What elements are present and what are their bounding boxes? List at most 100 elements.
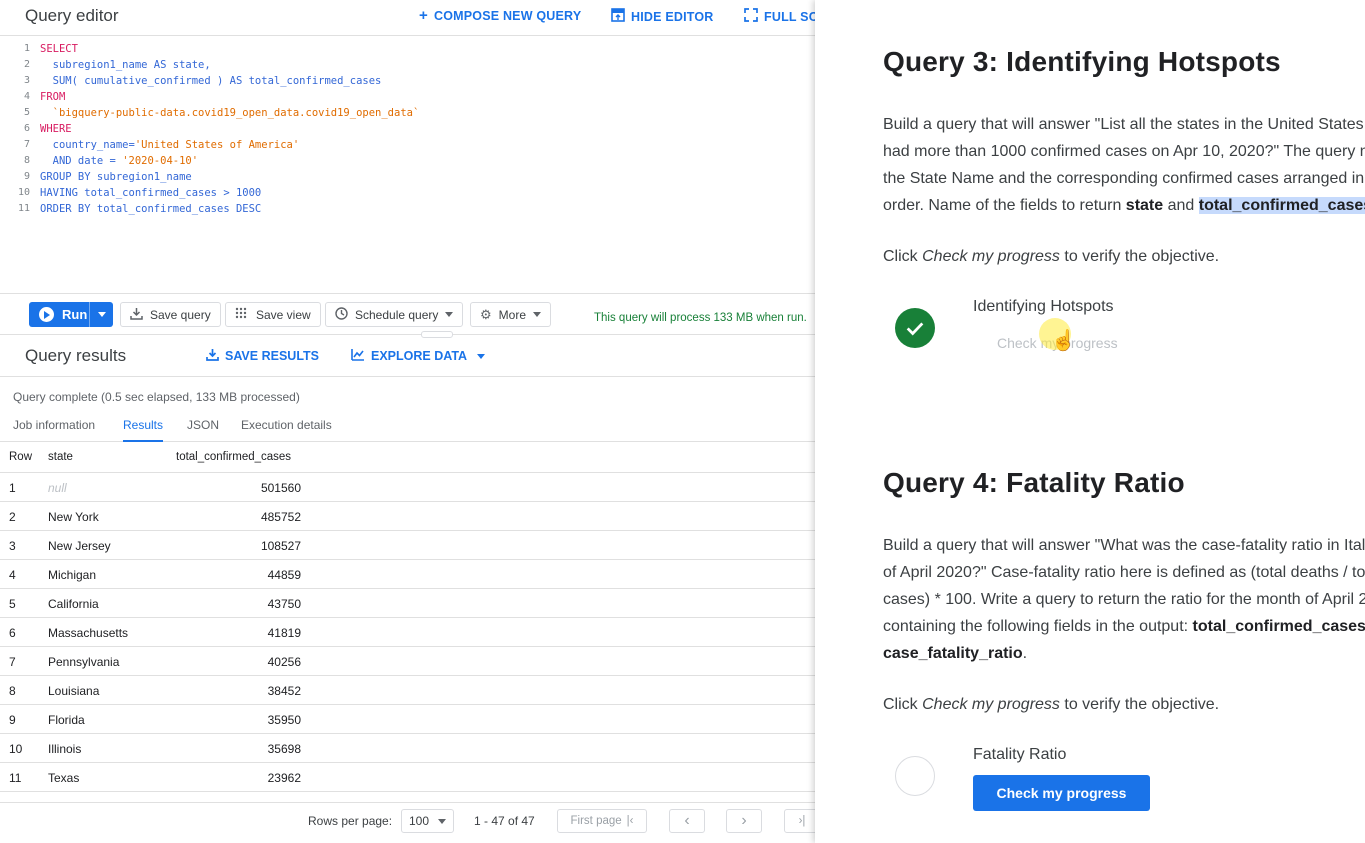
code-line: AND date = '2020-04-10' [40, 153, 419, 169]
line-number: 6 [23, 123, 30, 134]
line-number: 2 [23, 59, 30, 70]
text-fragment: to verify the objective. [1059, 248, 1220, 265]
query3-description: Build a query that will answer "List all… [883, 111, 1365, 219]
check-my-progress-button[interactable]: Check my progress [973, 775, 1150, 811]
hand-cursor-icon: ☝ [1051, 330, 1076, 352]
table-row: 2 New York 485752 [0, 502, 815, 531]
hide-editor-icon [611, 8, 625, 25]
state-cell: Pennsylvania [48, 655, 120, 669]
code-line: country_name='United States of America' [40, 137, 419, 153]
text-line: the State Name and the corresponding con… [883, 170, 1365, 187]
schedule-query-label: Schedule query [355, 307, 439, 322]
run-label: Run [62, 307, 88, 322]
tab-execution-details[interactable]: Execution details [241, 418, 332, 440]
text-emphasis: Check my progress [922, 248, 1060, 265]
sql-code[interactable]: SELECT subregion1_name AS state, SUM( cu… [40, 41, 419, 217]
line-number: 8 [23, 155, 30, 166]
rows-per-page-select[interactable]: 100 [401, 809, 454, 833]
sql-editor[interactable]: 1 2 3 4 5 6 7 8 9 10 11 SELECT subregion… [0, 37, 815, 294]
tab-job-information[interactable]: Job information [13, 418, 95, 440]
tab-results[interactable]: Results [123, 418, 164, 442]
query3-heading: Query 3: Identifying Hotspots [883, 46, 1281, 77]
row-number: 11 [9, 771, 22, 785]
row-number: 6 [9, 626, 16, 640]
query-status: Query complete (0.5 sec elapsed, 133 MB … [13, 390, 300, 404]
save-query-button[interactable]: Save query [120, 302, 221, 327]
text-line: containing the following fields in the o… [883, 613, 1365, 640]
objective-pending-circle-icon [895, 756, 935, 796]
field-name-highlighted: total_confirmed_cases [1198, 197, 1365, 214]
table-row: 1 null 501560 [0, 473, 815, 502]
explore-data-button[interactable]: EXPLORE DATA [351, 348, 486, 364]
row-number: 5 [9, 597, 16, 611]
line-number: 4 [23, 91, 30, 102]
query4-check-instruction: Click Check my progress to verify the ob… [883, 691, 1365, 718]
run-button[interactable]: Run [29, 302, 113, 327]
text-fragment: and [1163, 197, 1199, 214]
cases-cell: 501560 [260, 481, 301, 495]
text-line: case_fatality_ratio. [883, 640, 1365, 667]
sql-string: 'United States of America' [134, 139, 300, 151]
cases-cell: 35698 [267, 742, 301, 756]
caret-down-icon [438, 818, 446, 824]
row-number: 1 [9, 481, 16, 495]
caret-down-icon [445, 312, 454, 317]
code-text: country_name= [40, 139, 135, 151]
text-emphasis: Check my progress [922, 696, 1060, 713]
save-view-button[interactable]: Save view [225, 302, 321, 327]
hide-editor-button[interactable]: HIDE EDITOR [611, 8, 714, 25]
hide-editor-label: HIDE EDITOR [631, 9, 714, 24]
previous-page-button[interactable]: ‹ [669, 809, 705, 833]
column-header-state: state [48, 451, 73, 463]
chevron-left-icon: ‹ [684, 812, 690, 829]
state-cell: New York [48, 510, 99, 524]
text-fragment: containing the following fields in the o… [883, 618, 1193, 635]
code-line: WHERE [40, 121, 419, 137]
clock-icon [335, 306, 348, 323]
first-page-button[interactable]: First page |‹ [557, 809, 647, 833]
more-button[interactable]: ⚙ More [470, 302, 551, 327]
text-line: order. Name of the fields to return stat… [883, 192, 1365, 219]
compose-new-query-button[interactable]: + COMPOSE NEW QUERY [419, 8, 581, 23]
lab-instructions-panel: Query 3: Identifying Hotspots Build a qu… [815, 0, 1365, 843]
tab-json[interactable]: JSON [187, 418, 219, 440]
schedule-query-button[interactable]: Schedule query [325, 302, 464, 327]
code-line: `bigquery-public-data.covid19_open_data.… [40, 105, 420, 121]
caret-down-icon [477, 353, 486, 359]
objective-name-hotspots: Identifying Hotspots [973, 298, 1114, 315]
row-number: 9 [9, 713, 16, 727]
code-line: FROM [40, 89, 419, 105]
last-page-button[interactable]: ›| [784, 809, 815, 833]
first-page-label: First page [570, 815, 622, 827]
line-number-gutter: 1 2 3 4 5 6 7 8 9 10 11 [0, 41, 34, 217]
state-cell: Michigan [48, 568, 97, 582]
more-label: More [498, 307, 526, 322]
state-cell: Louisiana [48, 684, 100, 698]
text-fragment: . [1022, 645, 1028, 662]
play-icon [39, 307, 54, 322]
query3-check-instruction: Click Check my progress to verify the ob… [883, 243, 1365, 270]
code-line: ORDER BY total_confirmed_cases DESC [40, 203, 262, 215]
caret-down-icon [97, 312, 106, 317]
text-line: had more than 1000 confirmed cases on Ap… [883, 143, 1365, 160]
cases-cell: 35950 [267, 713, 301, 727]
cases-cell: 41819 [267, 626, 301, 640]
last-page-icon: ›| [798, 815, 806, 827]
cases-cell: 40256 [267, 655, 301, 669]
compose-new-query-label: COMPOSE NEW QUERY [433, 8, 582, 23]
save-results-button[interactable]: SAVE RESULTS [206, 348, 319, 364]
line-number: 3 [23, 75, 30, 86]
cases-cell: 23962 [267, 771, 301, 785]
cases-cell: 38452 [267, 684, 301, 698]
state-cell: California [48, 597, 99, 611]
cases-cell: 43750 [267, 597, 301, 611]
full-screen-button[interactable]: FULL SCREEN [744, 8, 815, 25]
text-fragment: Click [883, 248, 923, 265]
run-options-dropdown[interactable] [89, 302, 113, 327]
state-cell: Massachusetts [48, 626, 129, 640]
code-line: SELECT [40, 41, 419, 57]
sql-keyword: WHERE [40, 123, 72, 135]
results-title: Query results [25, 346, 127, 365]
next-page-button[interactable]: › [726, 809, 762, 833]
results-table: Row state total_confirmed_cases 1 null 501… [0, 443, 815, 792]
